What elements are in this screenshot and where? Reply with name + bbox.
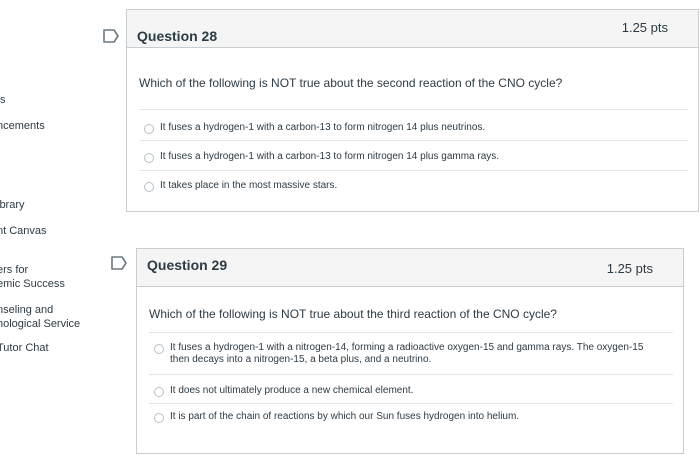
radio-button-icon[interactable]	[154, 344, 164, 354]
question-card-28: Question 28 1.25 pts Which of the follow…	[126, 9, 699, 212]
radio-button-icon[interactable]	[144, 124, 154, 134]
answer-option[interactable]: It does not ultimately produce a new che…	[154, 385, 413, 397]
answer-option[interactable]: It fuses a hydrogen-1 with a carbon-13 t…	[144, 122, 485, 134]
divider	[149, 332, 673, 333]
radio-button-icon[interactable]	[144, 153, 154, 163]
answer-label: It is part of the chain of reactions by …	[170, 411, 520, 422]
answer-label: It fuses a hydrogen-1 with a carbon-13 t…	[160, 151, 500, 162]
answer-label: It fuses a hydrogen-1 with a carbon-13 t…	[160, 122, 486, 133]
nav-item-announcements[interactable]: ncements	[0, 119, 45, 133]
answer-label: It takes place in the most massive stars…	[160, 180, 338, 191]
nav-item-library[interactable]: ibrary	[0, 198, 25, 212]
quiz-page: s ncements ibrary nt Canvas ers for emic…	[0, 0, 700, 460]
divider	[139, 170, 688, 171]
nav-item-centers-for-academic-success-line1[interactable]: ers for	[0, 263, 28, 277]
course-navigation: s ncements ibrary nt Canvas ers for emic…	[0, 0, 95, 460]
divider	[139, 140, 688, 141]
question-points: 1.25 pts	[621, 20, 668, 35]
radio-button-icon[interactable]	[144, 182, 154, 192]
answer-option[interactable]: It fuses a hydrogen-1 with a nitrogen-14…	[154, 342, 643, 366]
divider	[149, 374, 673, 375]
nav-item-truncated[interactable]: s	[0, 93, 6, 107]
nav-item-student-canvas[interactable]: nt Canvas	[0, 224, 47, 238]
nav-item-tutor-chat[interactable]: Tutor Chat	[0, 341, 49, 355]
answer-option[interactable]: It fuses a hydrogen-1 with a carbon-13 t…	[144, 151, 499, 163]
nav-item-counseling-line2[interactable]: hological Service	[0, 317, 80, 331]
question-header: Question 28 1.25 pts	[127, 10, 698, 48]
nav-item-counseling-line1[interactable]: nseling and	[0, 303, 53, 317]
flag-question-icon[interactable]	[111, 256, 127, 270]
divider	[149, 403, 673, 404]
nav-item-centers-for-academic-success-line2[interactable]: emic Success	[0, 277, 65, 291]
question-prompt: Which of the following is NOT true about…	[149, 307, 557, 321]
question-points: 1.25 pts	[606, 261, 653, 276]
question-card-29: Question 29 1.25 pts Which of the follow…	[136, 248, 684, 454]
radio-button-icon[interactable]	[154, 413, 164, 423]
answer-label-continuation: then decays into a nitrogen-15, a beta p…	[170, 354, 432, 365]
divider	[139, 109, 688, 110]
question-header: Question 29 1.25 pts	[137, 249, 683, 287]
flag-question-icon[interactable]	[103, 29, 119, 43]
radio-button-icon[interactable]	[154, 387, 164, 397]
question-title: Question 29	[147, 257, 228, 273]
question-prompt: Which of the following is NOT true about…	[139, 76, 563, 90]
answer-label: It fuses a hydrogen-1 with a nitrogen-14…	[170, 342, 644, 353]
answer-label: It does not ultimately produce a new che…	[170, 385, 414, 396]
answer-option[interactable]: It is part of the chain of reactions by …	[154, 411, 519, 423]
answer-option[interactable]: It takes place in the most massive stars…	[144, 180, 337, 192]
answer-label-group: It fuses a hydrogen-1 with a nitrogen-14…	[170, 342, 643, 366]
question-title: Question 28	[137, 28, 218, 44]
